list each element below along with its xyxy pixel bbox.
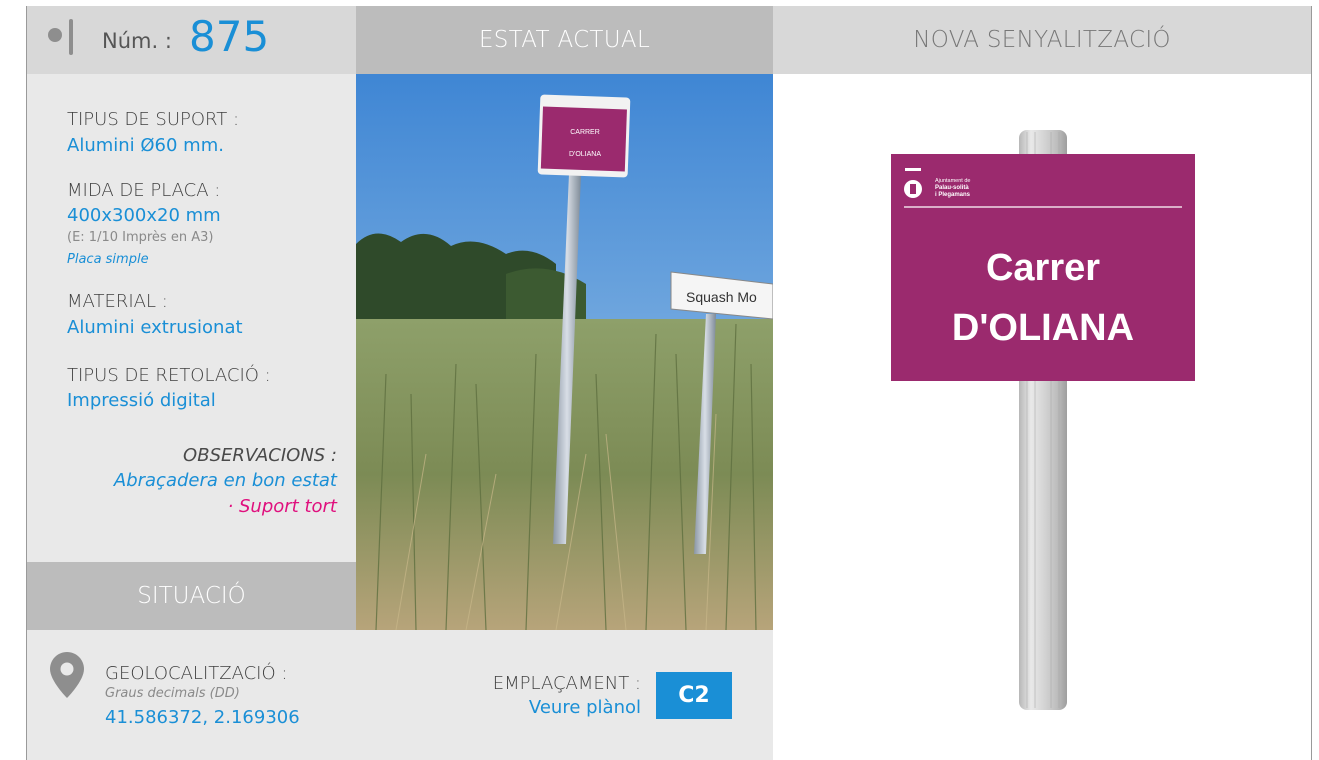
- suport-label: TIPUS DE SUPORT :: [67, 109, 240, 130]
- material-label: MATERIAL :: [67, 291, 168, 312]
- record-divider: [69, 19, 73, 55]
- retolacio-value: Impressió digital: [67, 390, 216, 411]
- current-state-photo: CARRER D'OLIANA Squash Mo: [356, 74, 773, 630]
- mida-type: Placa simple: [67, 252, 149, 267]
- location-pin-icon: [50, 652, 84, 698]
- record-marker-icon: [48, 28, 62, 42]
- org-line2: Palau-solità: [935, 185, 969, 191]
- observacions-label: OBSERVACIONS :: [183, 445, 337, 466]
- photo-illustration: CARRER D'OLIANA Squash Mo: [356, 74, 773, 630]
- old-sign-line2: D'OLIANA: [569, 151, 601, 158]
- other-sign-text: Squash Mo: [686, 289, 757, 305]
- org-line1: Ajuntament de: [935, 178, 970, 184]
- org-line3: i Plegamans: [935, 192, 971, 198]
- mida-note: (E: 1/10 Imprès en A3): [67, 230, 214, 245]
- geolocation-label: GEOLOCALITZACIÓ :: [105, 663, 288, 684]
- number-value: 875: [189, 12, 270, 61]
- material-value: Alumini extrusionat: [67, 317, 243, 338]
- estat-actual-title: ESTAT ACTUAL: [478, 27, 651, 53]
- nova-senyalitzacio-header: NOVA SENYALITZACIÓ: [773, 6, 1311, 74]
- new-sign-illustration: Ajuntament de Palau-solità i Plegamans C…: [891, 130, 1195, 710]
- old-sign-line1: CARRER: [570, 129, 600, 136]
- geolocation-format: Graus decimals (DD): [105, 686, 240, 701]
- geolocation-value: 41.586372, 2.169306: [105, 707, 300, 728]
- new-signage-panel: Ajuntament de Palau-solità i Plegamans C…: [773, 74, 1311, 760]
- observacions-value: Abraçadera en bon estat: [113, 470, 337, 491]
- emplacament-code-badge: C2: [656, 672, 732, 719]
- retolacio-label: TIPUS DE RETOLACIÓ :: [67, 365, 271, 386]
- mida-value: 400x300x20 mm: [67, 205, 221, 226]
- nova-senyalitzacio-title: NOVA SENYALITZACIÓ: [913, 27, 1171, 53]
- new-sign-line1: Carrer: [986, 247, 1100, 289]
- emplacament-link[interactable]: Veure plànol: [455, 697, 641, 718]
- suport-value: Alumini Ø60 mm.: [67, 135, 224, 156]
- number-label: Núm. :: [102, 29, 172, 53]
- estat-actual-header: ESTAT ACTUAL: [356, 6, 773, 74]
- new-sign-line2: D'OLIANA: [952, 307, 1134, 349]
- situacio-header: SITUACIÓ: [27, 562, 356, 630]
- situacio-title: SITUACIÓ: [137, 583, 246, 609]
- emplacament-code: C2: [678, 683, 710, 708]
- emplacament-label: EMPLAÇAMENT :: [492, 673, 641, 694]
- mida-label: MIDA DE PLACA :: [67, 180, 221, 201]
- observacions-warning: · Suport tort: [227, 496, 337, 517]
